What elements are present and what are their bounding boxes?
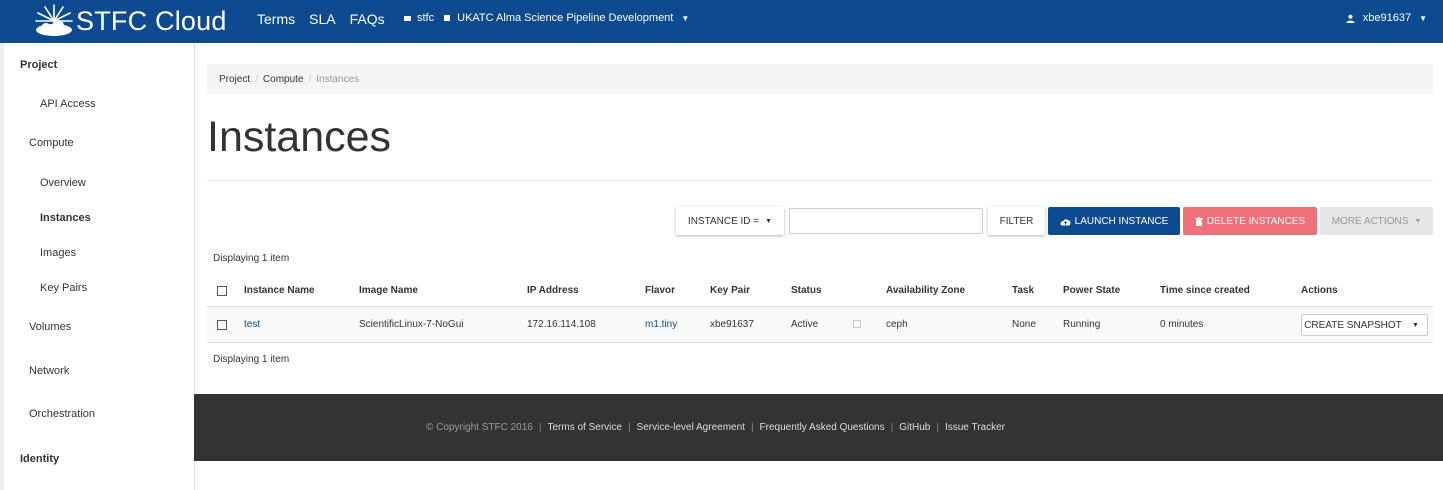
header-status[interactable]: Status [791,285,822,296]
terms-link[interactable]: Terms [257,11,295,27]
header-image-name[interactable]: Image Name [359,285,418,296]
page-title: Instances [207,113,392,161]
sidebar-item-api-access[interactable]: API Access [40,98,96,110]
item-count-bottom: Displaying 1 item [213,354,290,365]
sidebar-group-network[interactable]: Network [29,365,69,377]
domain-name: stfc [417,12,435,24]
sidebar-accent-bar [0,43,4,490]
cloud-upload-icon [1060,218,1071,225]
header-actions: Actions [1301,285,1338,296]
time-since-created-cell: 0 minutes [1160,319,1204,330]
project-icon [444,15,451,21]
header-ip-address[interactable]: IP Address [527,285,579,296]
footer-link-sla[interactable]: Service-level Agreement [637,422,745,433]
ip-address-cell: 172.16.114.108 [527,319,596,330]
delete-instances-button[interactable]: DELETE INSTANCES [1183,207,1317,235]
flavor-link[interactable]: m1.tiny [645,319,677,330]
stfc-logo-icon [35,4,73,36]
header-key-pair[interactable]: Key Pair [710,285,750,296]
key-pair-cell: xbe91637 [710,319,754,330]
top-nav-links: Terms SLA FAQs [257,11,385,27]
sidebar: Project API Access Compute Overview Inst… [0,43,195,490]
header-time-since-created[interactable]: Time since created [1160,285,1250,296]
sidebar-item-images[interactable]: Images [40,247,76,259]
footer-separator: | [538,422,542,433]
availability-zone-cell: ceph [886,319,908,330]
footer-links: © Copyright STFC 2016 | Terms of Service… [426,422,1005,433]
breadcrumb-current: Instances [316,73,360,85]
create-snapshot-button[interactable]: CREATE SNAPSHOT [1301,314,1405,336]
footer-separator: | [936,422,939,433]
user-menu[interactable]: xbe91637 ▼ [1346,12,1427,24]
instance-name-link[interactable]: test [244,319,260,330]
item-count-top: Displaying 1 item [213,253,290,264]
status-indicator-icon [853,320,861,328]
sidebar-item-instances[interactable]: Instances [40,212,91,224]
header-availability-zone[interactable]: Availability Zone [886,285,965,296]
user-icon [1346,14,1355,23]
footer: © Copyright STFC 2016 | Terms of Service… [194,394,1443,461]
filter-field-label: INSTANCE ID = [687,215,760,227]
divider [207,180,1433,181]
project-selector[interactable]: stfc UKATC Alma Science Pipeline Develop… [404,12,689,24]
brand-name: STFC Cloud [76,5,227,36]
footer-link-terms[interactable]: Terms of Service [547,422,621,433]
footer-copyright: © Copyright STFC 2016 [426,422,533,433]
delete-instances-label: DELETE INSTANCES [1206,215,1306,227]
launch-instance-label: LAUNCH INSTANCE [1074,215,1169,227]
header-power-state[interactable]: Power State [1063,285,1120,296]
top-navbar: STFC Cloud Terms SLA FAQs stfc UKATC Alm… [0,0,1443,43]
breadcrumb-compute[interactable]: Compute [263,74,304,85]
trash-icon [1194,216,1203,226]
sidebar-item-overview[interactable]: Overview [40,177,86,189]
sidebar-group-volumes[interactable]: Volumes [29,321,71,333]
user-name: xbe91637 [1362,12,1412,24]
power-state-cell: Running [1063,319,1101,330]
header-task[interactable]: Task [1012,285,1034,296]
launch-instance-button[interactable]: LAUNCH INSTANCE [1048,207,1180,235]
sidebar-section-identity[interactable]: Identity [20,453,59,465]
image-name-cell: ScientificLinux-7-NoGui [359,319,464,330]
row-actions-dropdown-toggle[interactable]: ▼ [1404,314,1428,336]
caret-down-icon: ▼ [1412,321,1419,329]
sidebar-item-key-pairs[interactable]: Key Pairs [40,282,87,294]
sla-link[interactable]: SLA [309,11,335,27]
faqs-link[interactable]: FAQs [350,11,385,27]
filter-button-label: FILTER [999,215,1034,227]
breadcrumb: Project / Compute / Instances [207,64,1433,94]
footer-link-faq[interactable]: Frequently Asked Questions [760,422,885,433]
caret-down-icon: ▼ [1414,217,1422,225]
breadcrumb-separator: / [255,73,258,85]
status-cell: Active [791,319,819,330]
filter-button[interactable]: FILTER [988,207,1045,235]
more-actions-button[interactable]: MORE ACTIONS ▼ [1320,207,1433,235]
footer-link-issue-tracker[interactable]: Issue Tracker [945,422,1005,433]
filter-search-input[interactable] [789,208,983,234]
caret-down-icon: ▼ [765,217,773,225]
footer-separator: | [750,422,754,433]
filter-field-dropdown[interactable]: INSTANCE ID = ▼ [676,207,784,235]
breadcrumb-separator: / [308,73,312,85]
domain-icon [404,15,411,21]
create-snapshot-label: CREATE SNAPSHOT [1304,319,1402,331]
row-checkbox[interactable] [217,320,227,330]
footer-separator: | [627,422,631,433]
sidebar-group-compute[interactable]: Compute [29,137,74,149]
project-name: UKATC Alma Science Pipeline Development [457,12,674,24]
table-row-divider [207,342,1433,343]
more-actions-label: MORE ACTIONS [1331,215,1409,227]
header-instance-name[interactable]: Instance Name [244,285,315,296]
sidebar-group-orchestration[interactable]: Orchestration [29,408,95,420]
header-flavor[interactable]: Flavor [645,285,675,296]
sidebar-section-project[interactable]: Project [20,59,57,71]
caret-down-icon: ▼ [681,13,690,23]
footer-link-github[interactable]: GitHub [899,422,930,433]
task-cell: None [1012,319,1036,330]
breadcrumb-project[interactable]: Project [219,74,250,85]
brand[interactable]: STFC Cloud [34,2,227,40]
select-all-checkbox[interactable] [217,286,227,296]
footer-separator: | [890,422,894,433]
caret-down-icon: ▼ [1419,13,1427,23]
